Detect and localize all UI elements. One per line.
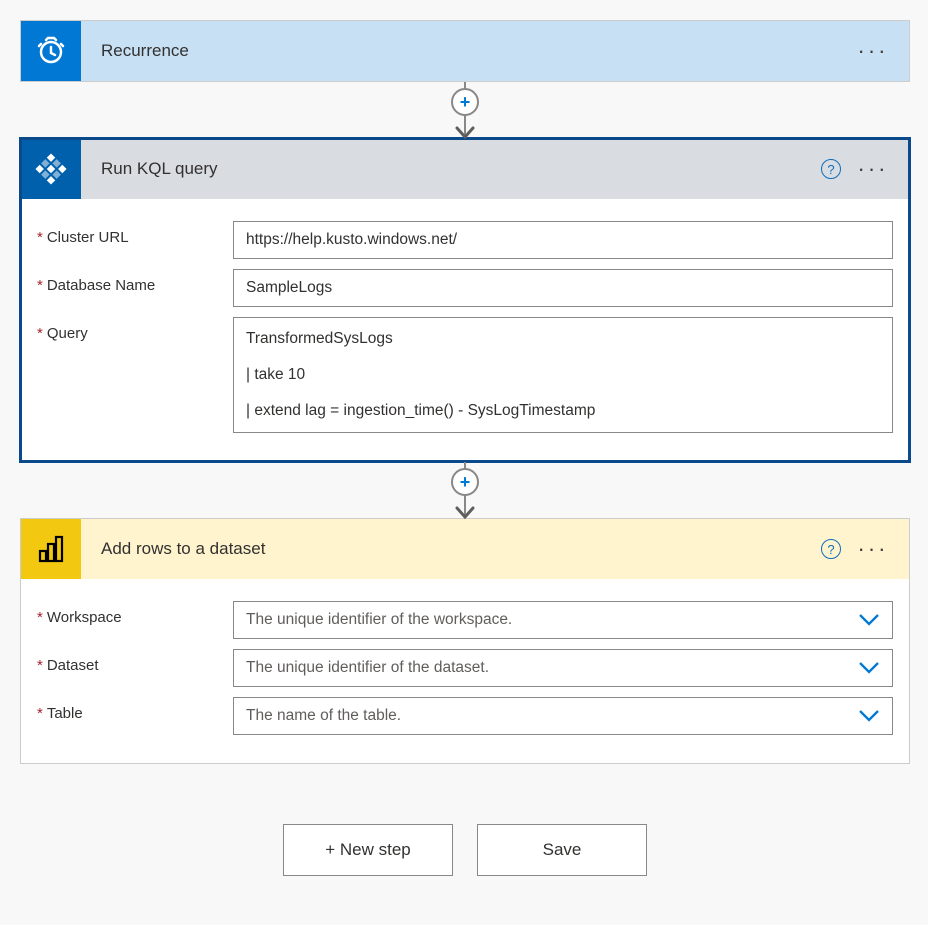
field-cluster-url: *Cluster URL https://help.kusto.windows.… — [37, 221, 893, 259]
placeholder-text: The name of the table. — [246, 707, 401, 725]
new-step-button[interactable]: + New step — [283, 824, 453, 876]
footer-actions: + New step Save — [20, 824, 910, 876]
query-input[interactable]: TransformedSysLogs | take 10 | extend la… — [233, 317, 893, 433]
dots-icon: ··· — [858, 47, 889, 55]
field-query: *Query TransformedSysLogs | take 10 | ex… — [37, 317, 893, 433]
help-button[interactable]: ? — [821, 159, 841, 179]
chevron-down-icon — [858, 709, 880, 723]
query-line: | take 10 — [246, 362, 880, 388]
placeholder-text: The unique identifier of the dataset. — [246, 659, 489, 677]
step-title: Add rows to a dataset — [81, 539, 821, 559]
workspace-select[interactable]: The unique identifier of the workspace. — [233, 601, 893, 639]
step-title: Run KQL query — [81, 159, 821, 179]
field-label: *Dataset — [37, 649, 233, 674]
chart-icon — [21, 519, 81, 579]
field-table: *Table The name of the table. — [37, 697, 893, 735]
step-run-kql-query[interactable]: Run KQL query ? ··· *Cluster URL https:/… — [20, 138, 910, 462]
step-body: *Cluster URL https://help.kusto.windows.… — [21, 199, 909, 461]
more-menu-button[interactable]: ··· — [857, 35, 889, 67]
dataset-select[interactable]: The unique identifier of the dataset. — [233, 649, 893, 687]
save-button[interactable]: Save — [477, 824, 647, 876]
connector: + — [20, 462, 910, 518]
table-select[interactable]: The name of the table. — [233, 697, 893, 735]
field-label: *Query — [37, 317, 233, 342]
flow-designer: Recurrence ··· + — [20, 20, 910, 876]
step-header[interactable]: Add rows to a dataset ? ··· — [21, 519, 909, 579]
dots-icon: ··· — [858, 545, 889, 553]
step-add-rows-to-dataset[interactable]: Add rows to a dataset ? ··· *Workspace T… — [20, 518, 910, 764]
more-menu-button[interactable]: ··· — [857, 533, 889, 565]
arrow-down-icon — [455, 126, 475, 140]
step-header[interactable]: Run KQL query ? ··· — [21, 139, 909, 199]
chevron-down-icon — [858, 613, 880, 627]
more-menu-button[interactable]: ··· — [857, 153, 889, 185]
step-header[interactable]: Recurrence ··· — [21, 21, 909, 81]
step-title: Recurrence — [81, 41, 857, 61]
data-explorer-icon — [21, 139, 81, 199]
database-name-input[interactable]: SampleLogs — [233, 269, 893, 307]
placeholder-text: The unique identifier of the workspace. — [246, 611, 512, 629]
field-label: *Cluster URL — [37, 221, 233, 246]
query-line: | extend lag = ingestion_time() - SysLog… — [246, 398, 880, 424]
cluster-url-input[interactable]: https://help.kusto.windows.net/ — [233, 221, 893, 259]
field-database-name: *Database Name SampleLogs — [37, 269, 893, 307]
add-step-button[interactable]: + — [451, 88, 479, 116]
connector: + — [20, 82, 910, 138]
field-label: *Database Name — [37, 269, 233, 294]
field-dataset: *Dataset The unique identifier of the da… — [37, 649, 893, 687]
step-body: *Workspace The unique identifier of the … — [21, 579, 909, 763]
add-step-button[interactable]: + — [451, 468, 479, 496]
chevron-down-icon — [858, 661, 880, 675]
field-workspace: *Workspace The unique identifier of the … — [37, 601, 893, 639]
dots-icon: ··· — [858, 165, 889, 173]
clock-icon — [21, 21, 81, 81]
help-button[interactable]: ? — [821, 539, 841, 559]
field-label: *Table — [37, 697, 233, 722]
step-recurrence[interactable]: Recurrence ··· — [20, 20, 910, 82]
field-label: *Workspace — [37, 601, 233, 626]
arrow-down-icon — [455, 506, 475, 520]
query-line: TransformedSysLogs — [246, 326, 880, 352]
